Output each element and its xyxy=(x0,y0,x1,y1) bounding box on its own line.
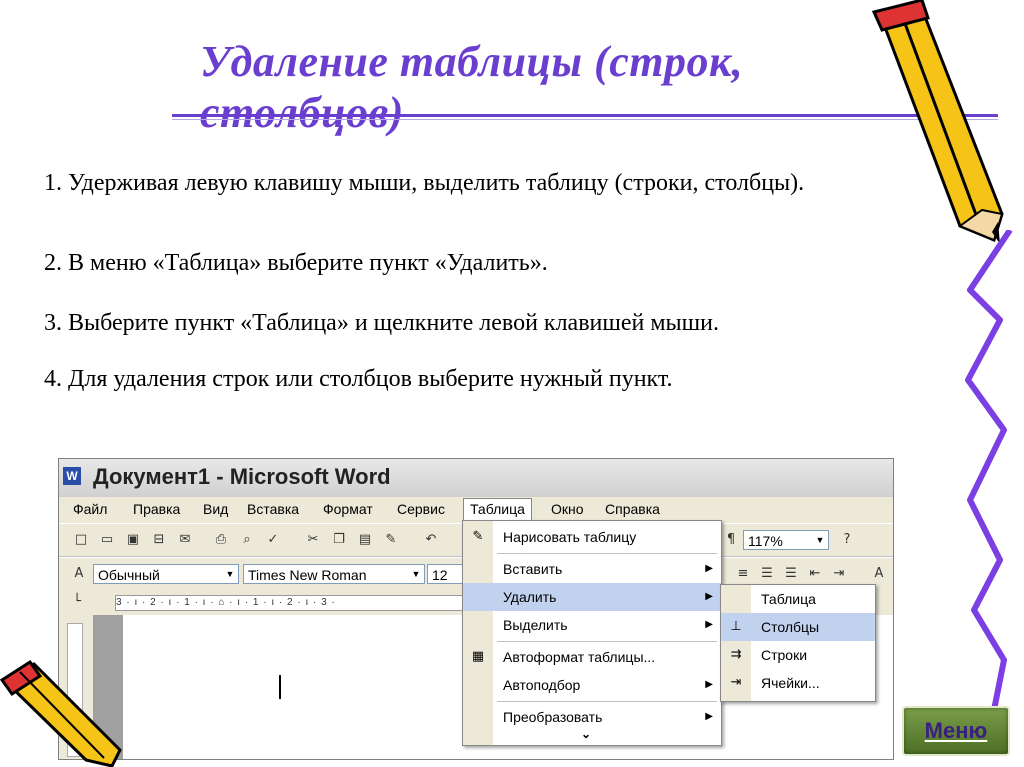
expand-chevron-icon: ⌄ xyxy=(581,727,592,741)
step-3: 3. Выберите пункт «Таблица» и щелкните л… xyxy=(44,310,719,336)
email-icon[interactable]: ✉ xyxy=(177,532,193,548)
tab-stop-icon[interactable]: └ xyxy=(69,594,85,610)
open-icon[interactable]: ▭ xyxy=(99,532,115,548)
menu-edit[interactable]: Правка xyxy=(133,501,180,517)
menu-item-label: Ячейки... xyxy=(761,675,820,691)
menu-item-delete[interactable]: Удалить ▶ xyxy=(463,583,721,611)
menu-item-label: Вставить xyxy=(503,561,563,577)
text-cursor xyxy=(279,675,281,699)
menu-item-label: Нарисовать таблицу xyxy=(503,529,637,545)
menu-window[interactable]: Окно xyxy=(551,501,584,517)
increase-indent-icon[interactable]: ⇥ xyxy=(831,566,847,582)
menu-item-label: Таблица xyxy=(761,591,816,607)
style-value: Обычный xyxy=(98,567,160,583)
paste-icon[interactable]: ▤ xyxy=(357,532,373,548)
save-icon[interactable]: ▣ xyxy=(125,532,141,548)
slide-title: Удаление таблицы (строк, столбцов) xyxy=(200,37,744,137)
bullets-icon[interactable]: ☰ xyxy=(783,566,799,582)
menu-item-label: Автоподбор xyxy=(503,677,581,693)
delete-cells-icon: ⇥ xyxy=(730,675,742,690)
pencil-decoration-small-icon xyxy=(0,659,122,767)
pencil-decoration-icon xyxy=(871,0,1004,244)
undo-icon[interactable]: ↶ xyxy=(423,532,439,548)
zoom-select[interactable]: 117% ▼ xyxy=(743,530,829,550)
delete-submenu: Таблица ⊥ Столбцы ⇉ Строки ⇥ Ячейки... xyxy=(720,584,876,702)
step-4: 4. Для удаления строк или столбцов выбер… xyxy=(44,366,673,392)
menu-item-label: Автоформат таблицы... xyxy=(503,649,656,665)
step-2: 2. В меню «Таблица» выберите пункт «Удал… xyxy=(44,250,548,276)
word-app-icon: W xyxy=(63,467,81,485)
chevron-down-icon: ▼ xyxy=(411,569,421,579)
submenu-item-rows[interactable]: ⇉ Строки xyxy=(721,641,875,669)
print-icon[interactable]: ⎙ xyxy=(213,532,229,548)
font-select[interactable]: Times New Roman ▼ xyxy=(243,564,425,584)
menu-separator xyxy=(497,553,717,554)
cut-icon[interactable]: ✂ xyxy=(305,532,321,548)
autoformat-icon: ▦ xyxy=(471,649,485,664)
new-document-icon[interactable]: □ xyxy=(73,532,89,548)
step-1: 1. Удерживая левую клавишу мыши, выделит… xyxy=(44,170,805,196)
menu-view[interactable]: Вид xyxy=(203,501,228,517)
style-select[interactable]: Обычный ▼ xyxy=(93,564,239,584)
menu-item-label: Строки xyxy=(761,647,808,663)
menu-file[interactable]: Файл xyxy=(73,501,107,517)
numbering-icon[interactable]: ☰ xyxy=(759,566,775,582)
menu-button[interactable]: Меню xyxy=(902,706,1010,756)
font-value: Times New Roman xyxy=(248,567,367,583)
menu-item-insert[interactable]: Вставить ▶ xyxy=(463,555,721,583)
delete-rows-icon: ⇉ xyxy=(730,647,742,662)
chevron-down-icon: ▼ xyxy=(225,569,235,579)
menu-service[interactable]: Сервис xyxy=(397,501,445,517)
menu-item-autofit[interactable]: Автоподбор ▶ xyxy=(463,671,721,699)
submenu-item-table[interactable]: Таблица xyxy=(721,585,875,613)
size-select[interactable]: 12 xyxy=(427,564,463,584)
format-painter-icon[interactable]: ✎ xyxy=(383,532,399,548)
wavy-line-decoration-icon xyxy=(965,230,1013,730)
menu-separator xyxy=(497,641,717,642)
submenu-item-columns[interactable]: ⊥ Столбцы xyxy=(721,613,875,641)
submenu-item-cells[interactable]: ⇥ Ячейки... xyxy=(721,669,875,697)
submenu-arrow-icon: ▶ xyxy=(705,679,713,690)
word-window-title: Документ1 - Microsoft Word xyxy=(93,464,391,489)
styles-icon[interactable]: A xyxy=(71,566,87,582)
help-icon[interactable]: ? xyxy=(839,532,855,548)
zoom-value: 117% xyxy=(748,533,783,549)
copy-icon[interactable]: ❐ xyxy=(331,532,347,548)
menu-separator xyxy=(497,701,717,702)
chevron-down-icon: ▼ xyxy=(815,535,825,545)
menu-insert[interactable]: Вставка xyxy=(247,501,299,517)
menu-item-draw-table[interactable]: ✎ Нарисовать таблицу xyxy=(463,523,721,551)
menu-expand-button[interactable]: ⌄ xyxy=(463,725,721,743)
delete-columns-icon: ⊥ xyxy=(730,619,742,634)
ruler-scale: 3 · ı · 2 · ı · 1 · ı · ⌂ · ı · 1 · ı · … xyxy=(115,595,465,611)
menu-button-label: Меню xyxy=(924,718,988,743)
font-color-icon[interactable]: A xyxy=(871,566,887,582)
menu-item-autoformat[interactable]: ▦ Автоформат таблицы... xyxy=(463,643,721,671)
word-title-bar: W Документ1 - Microsoft Word xyxy=(59,459,893,497)
submenu-arrow-icon: ▶ xyxy=(705,563,713,574)
table-dropdown-menu: ✎ Нарисовать таблицу Вставить ▶ Удалить … xyxy=(462,520,722,746)
menu-format[interactable]: Формат xyxy=(323,501,373,517)
print-preview-icon[interactable]: ⌕ xyxy=(239,532,255,548)
menu-help[interactable]: Справка xyxy=(605,501,660,517)
submenu-arrow-icon: ▶ xyxy=(705,619,713,630)
pencil-icon: ✎ xyxy=(472,529,484,544)
show-formatting-icon[interactable]: ¶ xyxy=(723,532,739,548)
menu-item-label: Столбцы xyxy=(761,619,820,635)
permission-icon[interactable]: ⊟ xyxy=(151,532,167,548)
menu-item-select[interactable]: Выделить ▶ xyxy=(463,611,721,639)
submenu-arrow-icon: ▶ xyxy=(705,591,713,602)
size-value: 12 xyxy=(432,567,448,583)
menu-item-label: Выделить xyxy=(503,617,568,633)
spelling-icon[interactable]: ✓ xyxy=(265,532,281,548)
justify-icon[interactable]: ≡ xyxy=(735,566,751,582)
menu-item-label: Удалить xyxy=(503,589,557,605)
decrease-indent-icon[interactable]: ⇤ xyxy=(807,566,823,582)
